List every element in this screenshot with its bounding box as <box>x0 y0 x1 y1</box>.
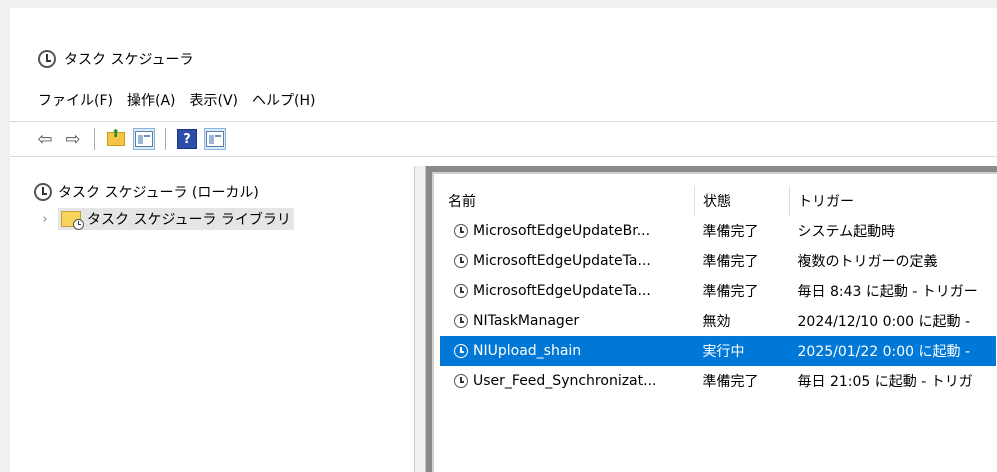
menu-action[interactable]: 操作(A) <box>127 90 190 112</box>
menu-bar: ファイル(F) 操作(A) 表示(V) ヘルプ(H) <box>38 90 329 112</box>
table-row[interactable]: NITaskManager 無効 2024/12/10 0:00 に起動 - <box>440 306 996 336</box>
task-name: NIUpload_shain <box>473 343 582 359</box>
toolbar-separator <box>165 128 166 150</box>
tree-item-root[interactable]: タスク スケジューラ (ローカル) <box>34 182 259 202</box>
column-header-name[interactable]: 名前 <box>440 186 695 216</box>
tree-root-label: タスク スケジューラ (ローカル) <box>58 185 259 201</box>
task-clock-icon <box>454 224 468 238</box>
task-scheduler-window: タスク スケジューラ ファイル(F) 操作(A) 表示(V) ヘルプ(H) ⇦ … <box>10 8 997 472</box>
task-trigger: 毎日 21:05 に起動 - トリガ <box>797 374 973 390</box>
toolbar: ⇦ ⇨ ? <box>10 121 997 157</box>
forward-arrow-icon[interactable]: ⇨ <box>62 128 84 150</box>
task-trigger: 毎日 8:43 に起動 - トリガー <box>797 284 978 300</box>
back-arrow-icon[interactable]: ⇦ <box>34 128 56 150</box>
tree-item-library[interactable]: › タスク スケジューラ ライブラリ <box>38 208 294 230</box>
title-bar: タスク スケジューラ <box>38 48 193 70</box>
folder-clock-icon <box>61 211 84 230</box>
task-status: 準備完了 <box>702 374 759 390</box>
task-name: MicrosoftEdgeUpdateTa... <box>473 253 651 269</box>
table-row[interactable]: MicrosoftEdgeUpdateBr... 準備完了 システム起動時 <box>440 216 996 246</box>
task-name: NITaskManager <box>473 313 580 329</box>
task-name: MicrosoftEdgeUpdateBr... <box>473 223 651 239</box>
show-hide-action-pane-button[interactable] <box>204 128 226 150</box>
show-hide-console-tree-button[interactable] <box>133 128 155 150</box>
task-name: MicrosoftEdgeUpdateTa... <box>473 283 651 299</box>
task-trigger: 2024/12/10 0:00 に起動 - <box>797 314 971 330</box>
task-scheduler-clock-icon <box>34 183 52 201</box>
table-row[interactable]: MicrosoftEdgeUpdateTa... 準備完了 毎日 8:43 に起… <box>440 276 996 306</box>
clock-icon <box>73 219 84 230</box>
table-row[interactable]: User_Feed_Synchronizat... 準備完了 毎日 21:05 … <box>440 366 996 396</box>
task-status: 準備完了 <box>702 224 759 240</box>
menu-view[interactable]: 表示(V) <box>190 90 253 112</box>
table-header-row: 名前 状態 トリガー <box>440 186 996 216</box>
task-clock-icon <box>454 314 468 328</box>
window-title: タスク スケジューラ <box>64 52 194 68</box>
table-row[interactable]: MicrosoftEdgeUpdateTa... 準備完了 複数のトリガーの定義 <box>440 246 996 276</box>
pane-splitter[interactable] <box>414 166 426 472</box>
task-trigger: 2025/01/22 0:00 に起動 - <box>789 336 996 366</box>
task-clock-icon <box>454 284 468 298</box>
menu-help[interactable]: ヘルプ(H) <box>252 90 329 112</box>
task-clock-icon <box>454 344 468 358</box>
action-pane-icon <box>206 131 224 147</box>
task-list-pane: 名前 状態 トリガー MicrosoftEdgeUpdateBr... 準備完了… <box>426 166 997 472</box>
table-row-selected[interactable]: NIUpload_shain 実行中 2025/01/22 0:00 に起動 - <box>440 336 996 366</box>
folder-up-button[interactable] <box>105 127 127 150</box>
task-status: 準備完了 <box>702 284 759 300</box>
column-header-trigger[interactable]: トリガー <box>790 186 997 216</box>
task-clock-icon <box>454 254 468 268</box>
tree-library-selection: タスク スケジューラ ライブラリ <box>58 208 294 230</box>
console-tree-pane: タスク スケジューラ (ローカル) › タスク スケジューラ ライブラリ <box>10 166 414 472</box>
task-status: 準備完了 <box>702 254 759 270</box>
folder-up-icon <box>107 127 125 146</box>
task-trigger: 複数のトリガーの定義 <box>797 254 938 270</box>
toolbar-separator <box>94 128 95 150</box>
task-trigger: システム起動時 <box>797 224 896 240</box>
show-hide-pane-icon <box>135 131 153 147</box>
task-scheduler-clock-icon <box>38 50 56 68</box>
task-status: 無効 <box>702 314 731 330</box>
task-list-inner: 名前 状態 トリガー MicrosoftEdgeUpdateBr... 準備完了… <box>432 172 997 472</box>
menu-file[interactable]: ファイル(F) <box>38 90 127 112</box>
task-name: User_Feed_Synchronizat... <box>473 373 657 389</box>
task-clock-icon <box>454 374 468 388</box>
help-button[interactable]: ? <box>176 128 198 150</box>
help-icon: ? <box>177 129 197 149</box>
column-header-status[interactable]: 状態 <box>694 186 790 216</box>
tree-library-label: タスク スケジューラ ライブラリ <box>87 212 291 228</box>
task-table: 名前 状態 トリガー MicrosoftEdgeUpdateBr... 準備完了… <box>440 186 996 396</box>
task-status: 実行中 <box>694 336 790 366</box>
chevron-right-icon[interactable]: › <box>38 212 52 227</box>
